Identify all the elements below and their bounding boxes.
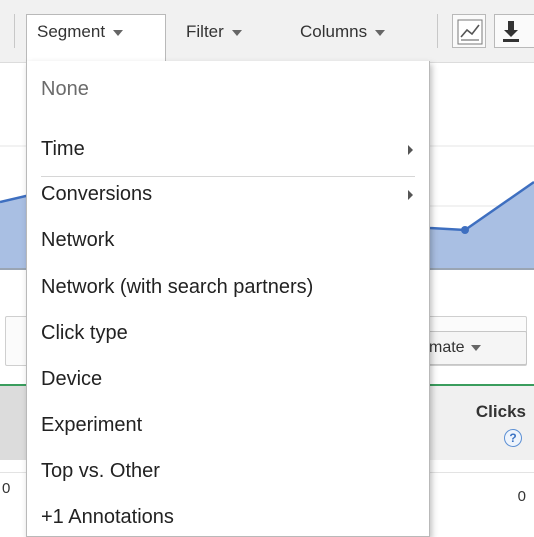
menu-item-network-search-partners[interactable]: Network (with search partners): [27, 272, 429, 302]
download-button[interactable]: [494, 14, 534, 48]
menu-item-label: Device: [41, 368, 103, 390]
help-icon[interactable]: ?: [504, 429, 522, 447]
table-header-checkbox-col: [0, 386, 28, 460]
menu-item-conversions[interactable]: Conversions: [27, 179, 429, 209]
menu-item-label: None: [41, 78, 89, 100]
filter-button[interactable]: Filter: [176, 14, 252, 50]
chevron-down-icon: [231, 29, 242, 36]
estimate-button[interactable]: mate: [420, 331, 527, 365]
menu-divider: [41, 176, 415, 177]
line-chart-icon: [457, 19, 483, 45]
download-icon: [503, 21, 519, 42]
menu-item-label: Experiment: [41, 414, 143, 436]
table-cell-clicks: 0: [517, 488, 526, 505]
menu-item-experiment[interactable]: Experiment: [27, 410, 429, 440]
menu-item-label: Network: [41, 229, 115, 251]
line-chart-button[interactable]: [452, 14, 486, 48]
chevron-right-icon: [408, 190, 413, 200]
segment-button[interactable]: Segment: [26, 14, 166, 64]
menu-item-label: Click type: [41, 322, 128, 344]
menu-item-label: Time: [41, 138, 85, 160]
columns-button-label: Columns: [300, 22, 368, 41]
chart-data-point: [461, 226, 469, 234]
table-cell: 0: [2, 480, 11, 497]
menu-item-label: Top vs. Other: [41, 460, 160, 482]
chevron-down-icon: [375, 29, 386, 36]
estimate-button-label: mate: [429, 339, 465, 356]
menu-item-network[interactable]: Network: [27, 225, 429, 255]
menu-item-label: +1 Annotations: [41, 506, 174, 528]
segment-button-label: Segment: [37, 22, 106, 41]
menu-item-top-vs-other[interactable]: Top vs. Other: [27, 456, 429, 486]
chevron-right-icon: [408, 145, 413, 155]
menu-item-time[interactable]: Time: [27, 134, 429, 164]
menu-item-plus1-annotations[interactable]: +1 Annotations: [27, 502, 429, 532]
chevron-down-icon: [113, 29, 124, 36]
filter-button-label: Filter: [186, 22, 224, 41]
chevron-down-icon: [470, 344, 481, 351]
toolbar-divider: [14, 14, 15, 48]
menu-item-none[interactable]: None: [27, 74, 429, 104]
menu-item-click-type[interactable]: Click type: [27, 318, 429, 348]
columns-button[interactable]: Columns: [290, 14, 395, 50]
toolbar-divider: [437, 14, 438, 48]
menu-item-label: Network (with search partners): [41, 276, 314, 298]
segment-menu: None Time Conversions Network Network (w…: [26, 61, 430, 537]
menu-item-device[interactable]: Device: [27, 364, 429, 394]
menu-item-label: Conversions: [41, 183, 153, 205]
report-toolbar: Segment Filter Columns: [0, 0, 534, 64]
clicks-column-header[interactable]: Clicks: [476, 402, 526, 422]
